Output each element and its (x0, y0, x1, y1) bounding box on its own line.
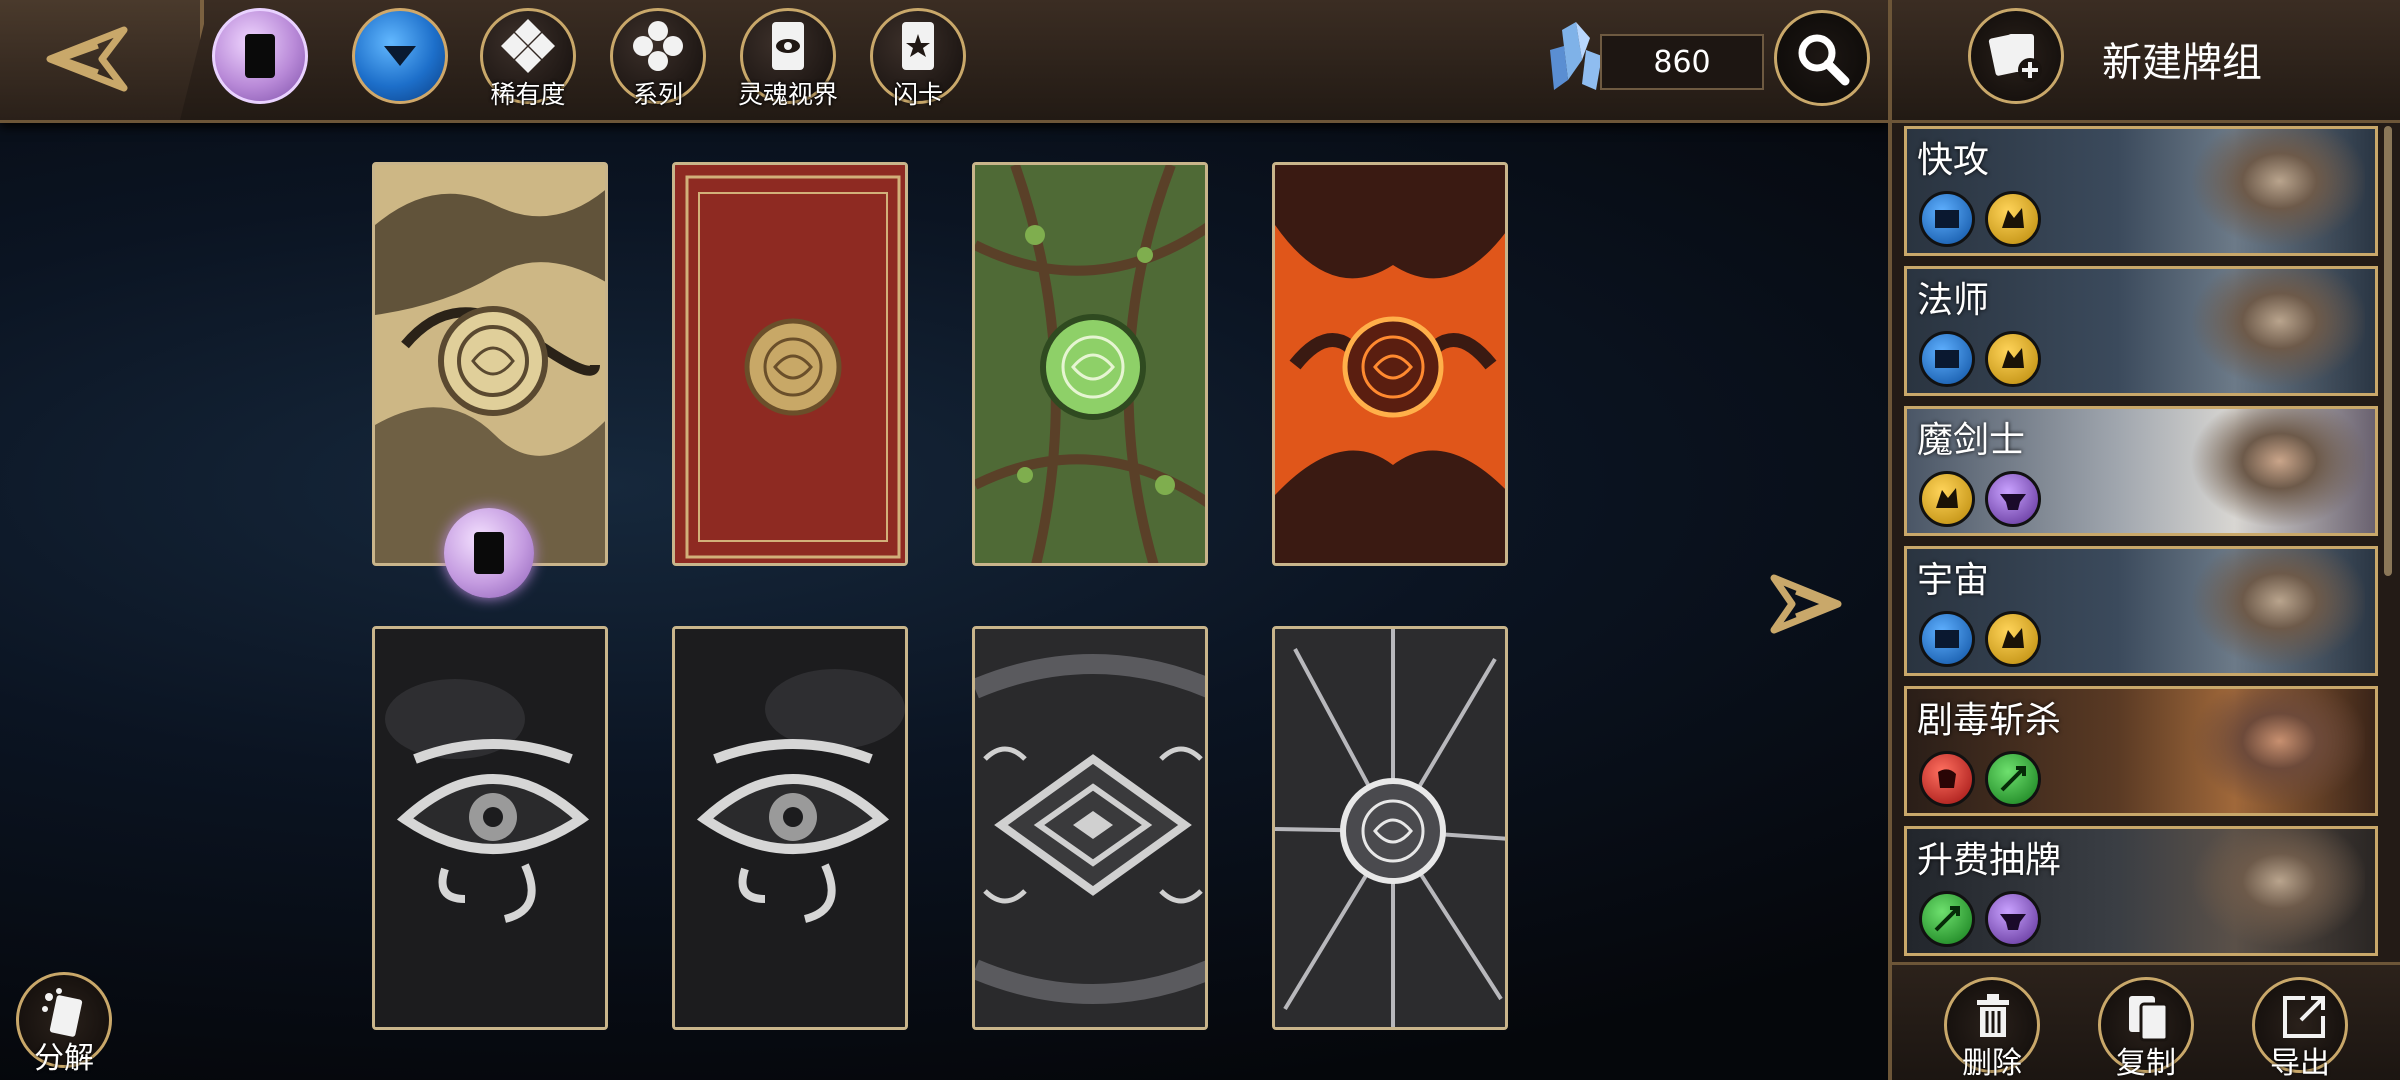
deck-name: 魔剑士 (1917, 420, 2026, 461)
disassemble-button[interactable]: 分解 (16, 972, 112, 1076)
blue-book-gem-icon (1919, 331, 1975, 387)
search-button[interactable] (1774, 10, 1870, 106)
deck-item[interactable]: 法师 (1904, 266, 2378, 396)
collection-screen: 稀有度 系列 灵魂视界 闪卡 860 分解 新建牌组 快攻 法师 魔剑士 宇宙 … (0, 0, 2400, 1080)
card-back-silver-crack[interactable] (1272, 626, 1508, 1030)
deck-hero-portrait (2175, 129, 2365, 253)
deck-item[interactable]: 剧毒斩杀 (1904, 686, 2378, 816)
green-arrow-gem-icon (1919, 891, 1975, 947)
card-back-icon (215, 11, 305, 101)
export-label: 导出 (2270, 1046, 2330, 1080)
deck-name: 宇宙 (1917, 560, 1990, 601)
purple-anvil-gem-icon (1985, 891, 2041, 947)
copy-label: 复制 (2116, 1046, 2176, 1080)
blue-book-gem-icon (1919, 611, 1975, 667)
deck-hero-portrait (2175, 409, 2365, 533)
card-back-red-rune[interactable] (672, 162, 908, 566)
deck-hero-portrait (2175, 549, 2365, 673)
soul-view-filter-button[interactable]: 灵魂视界 (738, 8, 838, 109)
deck-name: 快攻 (1917, 140, 1990, 181)
export-icon (2283, 996, 2325, 1038)
crystal-count: 860 (1600, 34, 1764, 90)
disassemble-label: 分解 (34, 1041, 94, 1076)
card-back-green-vines[interactable] (972, 162, 1208, 566)
deck-name: 法师 (1917, 280, 1990, 321)
deck-list-scrollbar[interactable] (2384, 126, 2392, 576)
eye-card-icon (743, 11, 833, 81)
rarity-filter-label: 稀有度 (490, 80, 566, 109)
series-filter-button[interactable]: 系列 (610, 8, 706, 109)
chevron-down-icon (355, 11, 445, 101)
back-button[interactable] (0, 0, 204, 120)
new-deck-label: 新建牌组 (2102, 40, 2262, 86)
soul-view-filter-label: 灵魂视界 (737, 80, 838, 109)
flash-card-filter-button[interactable]: 闪卡 (870, 8, 966, 109)
next-page-arrow-icon[interactable] (1768, 572, 1844, 636)
gold-beast-gem-icon (1985, 611, 2041, 667)
deck-hero-portrait (2175, 689, 2365, 813)
deck-name: 升费抽牌 (1917, 840, 2062, 881)
deck-item[interactable]: 升费抽牌 (1904, 826, 2378, 956)
deck-item[interactable]: 魔剑士 (1904, 406, 2378, 536)
new-deck-button[interactable]: 新建牌组 (1892, 0, 2400, 123)
deck-item[interactable]: 宇宙 (1904, 546, 2378, 676)
deck-name: 剧毒斩杀 (1917, 700, 2062, 741)
dropdown-filter-button[interactable] (352, 8, 448, 104)
back-arrow-icon (46, 26, 128, 92)
search-icon (1798, 34, 1850, 86)
cluster-icon (613, 11, 703, 81)
card-back-icon (474, 532, 504, 574)
card-back-silver-diamond[interactable] (972, 626, 1208, 1030)
copy-icon (2129, 996, 2169, 1042)
card-back-gold-dragon[interactable] (372, 162, 608, 566)
gold-beast-gem-icon (1985, 191, 2041, 247)
gold-beast-gem-icon (1919, 471, 1975, 527)
owned-filter-button[interactable] (212, 8, 308, 104)
blue-book-gem-icon (1919, 191, 1975, 247)
green-arrow-gem-icon (1985, 751, 2041, 807)
deck-hero-portrait (2175, 829, 2365, 953)
flash-card-filter-label: 闪卡 (892, 80, 943, 109)
trash-icon (1977, 994, 2009, 1037)
copy-button[interactable]: 复制 (2098, 977, 2194, 1080)
top-bar: 稀有度 系列 灵魂视界 闪卡 860 (0, 0, 1888, 123)
deck-actions-bar: 删除 复制 导出 (1892, 962, 2400, 1080)
equipped-badge (444, 508, 534, 598)
card-back-silver-eye[interactable] (372, 626, 608, 1030)
card-back-lava[interactable] (1272, 162, 1508, 566)
purple-anvil-gem-icon (1985, 471, 2041, 527)
series-filter-label: 系列 (632, 80, 683, 109)
deck-item[interactable]: 快攻 (1904, 126, 2378, 256)
red-fist-gem-icon (1919, 751, 1975, 807)
diamond-grid-icon (483, 11, 573, 81)
deck-list: 快攻 法师 魔剑士 宇宙 剧毒斩杀 升费抽牌 (1904, 126, 2378, 956)
delete-button[interactable]: 删除 (1944, 977, 2040, 1080)
deck-panel: 新建牌组 快攻 法师 魔剑士 宇宙 剧毒斩杀 升费抽牌 删除 复制 导出 (1888, 0, 2400, 1080)
export-button[interactable]: 导出 (2252, 977, 2348, 1080)
deck-hero-portrait (2175, 269, 2365, 393)
star-card-icon (873, 11, 963, 81)
card-back-silver-eye-2[interactable] (672, 626, 908, 1030)
new-deck-icon (1968, 8, 2064, 104)
delete-label: 删除 (1962, 1046, 2022, 1080)
gold-beast-gem-icon (1985, 331, 2041, 387)
rarity-filter-button[interactable]: 稀有度 (480, 8, 576, 109)
